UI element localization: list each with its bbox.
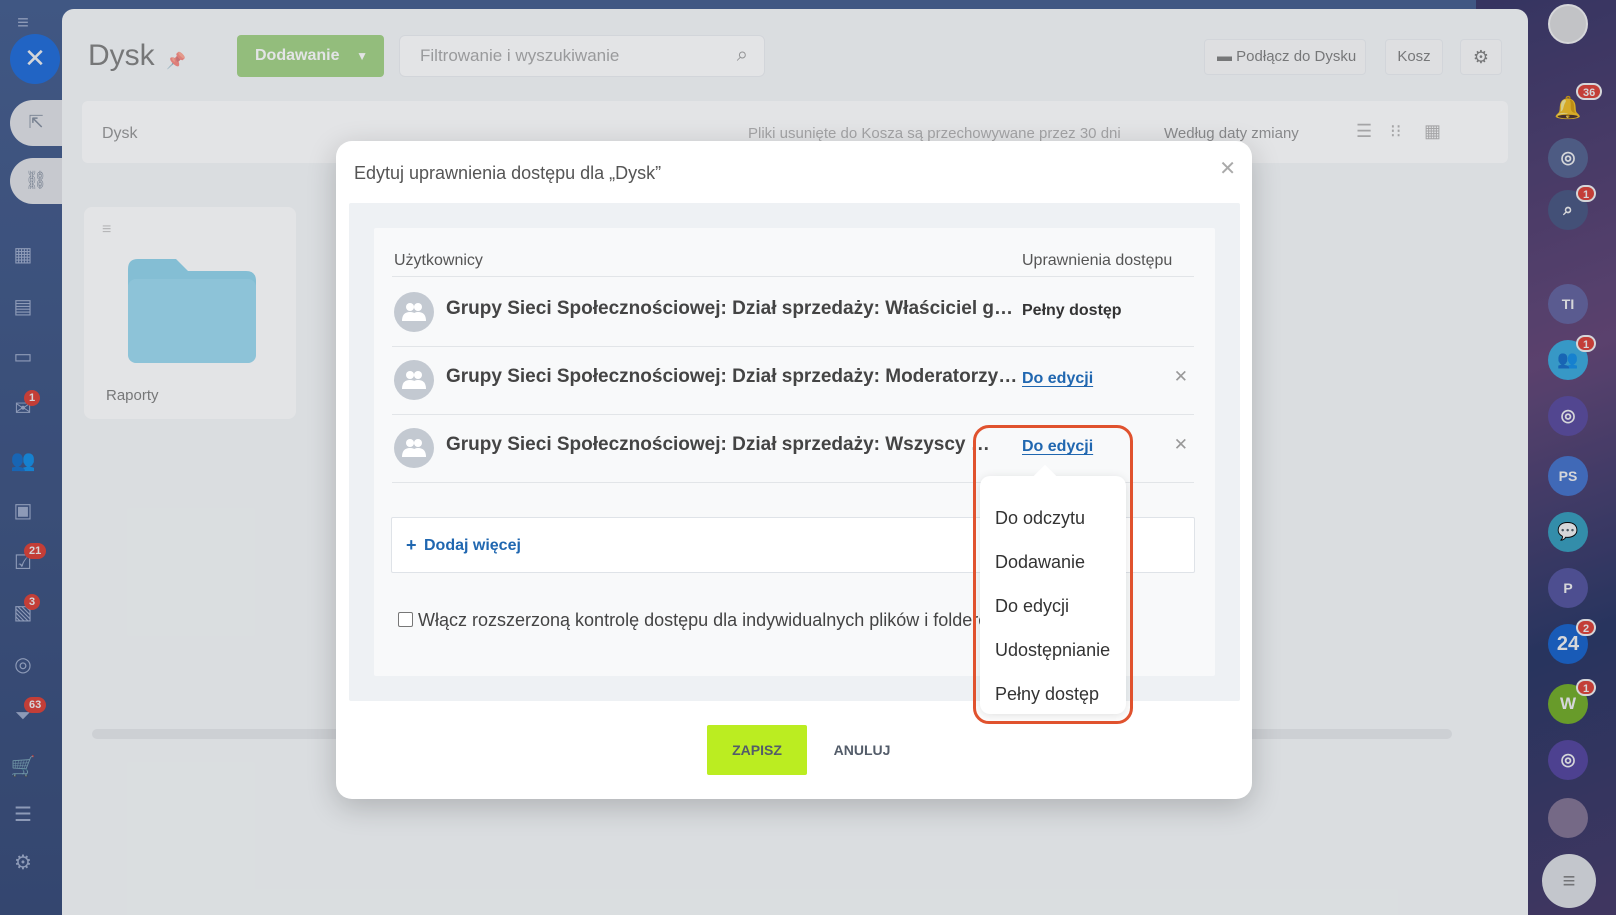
group-icon [402,371,426,389]
group-avatar [394,360,434,400]
plus-icon: + [406,535,417,555]
user-name: Grupy Sieci Społecznościowej: Dział sprz… [446,298,1018,319]
table-row: Grupy Sieci Społecznościowej: Dział sprz… [392,277,1194,347]
save-button[interactable]: ZAPISZ [707,725,807,775]
group-icon [402,439,426,457]
column-header-permissions: Uprawnienia dostępu [1022,252,1173,269]
permission-dropdown-link[interactable]: Do edycji [1022,370,1093,388]
user-name: Grupy Sieci Społecznościowej: Dział sprz… [446,434,990,455]
group-avatar [394,292,434,332]
group-icon [402,303,426,321]
user-name: Grupy Sieci Społecznościowej: Dział sprz… [446,366,1018,387]
remove-icon[interactable]: ✕ [1174,435,1188,455]
dialog-title: Edytuj uprawnienia dostępu dla „Dysk” [354,163,662,183]
group-avatar [394,428,434,468]
add-more-label: Dodaj więcej [424,537,521,554]
remove-icon[interactable]: ✕ [1174,367,1188,387]
close-icon[interactable]: ✕ [1219,157,1236,181]
table-row: Grupy Sieci Społecznościowej: Dział sprz… [392,345,1194,415]
dropdown-highlight-frame [973,425,1133,724]
extended-access-checkbox[interactable] [398,612,413,627]
cancel-button[interactable]: ANULUJ [822,725,902,775]
permission-value: Pełny dostęp [1022,302,1122,319]
extended-access-label[interactable]: Włącz rozszerzoną kontrolę dostępu dla i… [418,610,1001,631]
column-header-users: Użytkownicy [394,252,483,269]
